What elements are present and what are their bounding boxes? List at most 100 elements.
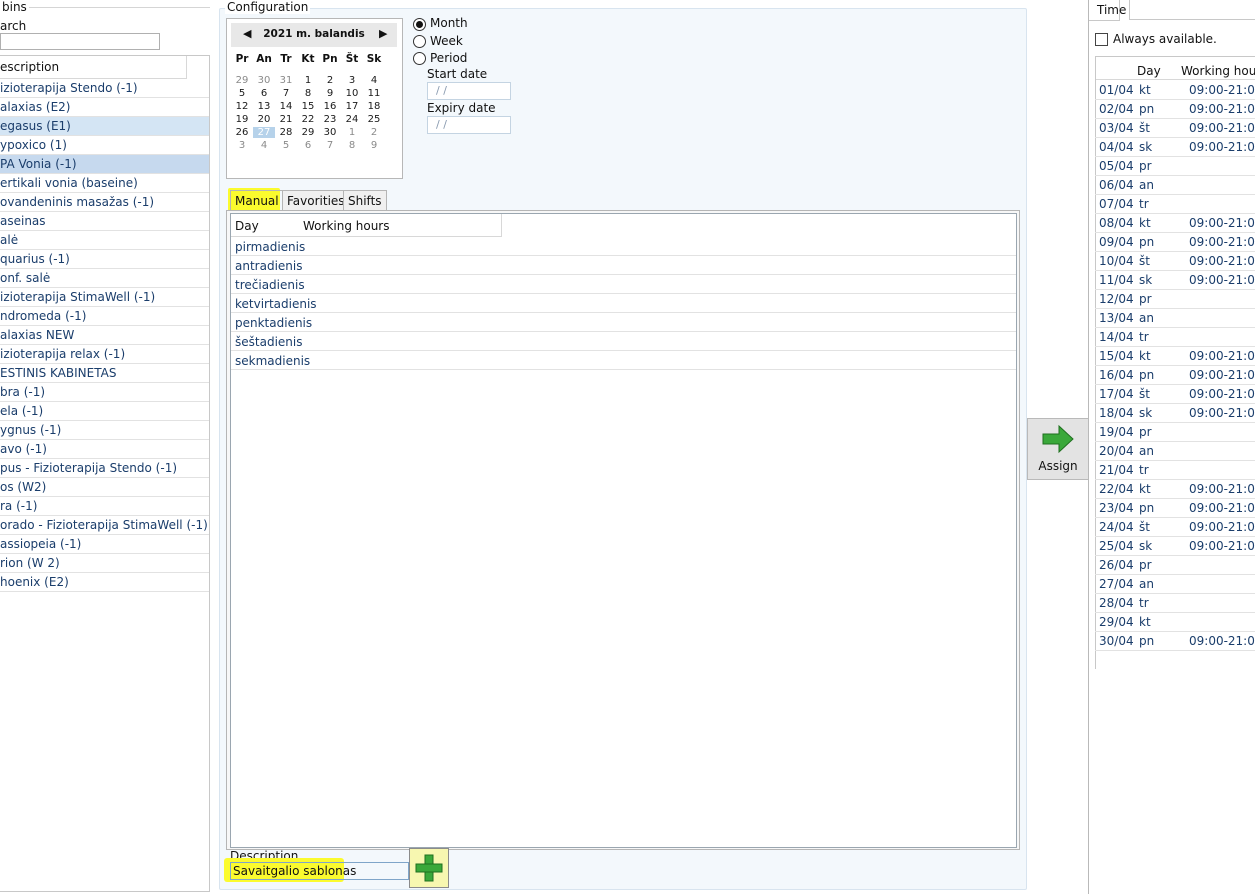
cabin-list-item[interactable]: rion (W 2) [0,554,209,573]
cabin-list-item[interactable]: avo (-1) [0,440,209,459]
time-row[interactable]: 28/04 tr [1095,594,1255,613]
time-row[interactable]: 01/04 kt 09:00-21:00| [1095,81,1255,100]
calendar-day[interactable]: 4 [363,75,385,86]
radio-month-label[interactable]: Month [430,16,468,30]
calendar-day[interactable]: 9 [363,140,385,151]
time-row[interactable]: 27/04 an [1095,575,1255,594]
time-row[interactable]: 08/04 kt 09:00-21:00| [1095,214,1255,233]
time-row[interactable]: 03/04 št 09:00-21:00| [1095,119,1255,138]
cabin-list-item[interactable]: ela (-1) [0,402,209,421]
radio-week-label[interactable]: Week [430,34,463,48]
calendar-day[interactable]: 20 [253,114,275,125]
calendar-day[interactable]: 1 [341,127,363,138]
calendar-day[interactable]: 16 [319,101,341,112]
time-row[interactable]: 24/04 št 09:00-21:00| [1095,518,1255,537]
calendar-day[interactable]: 2 [319,75,341,86]
radio-month[interactable] [413,18,426,31]
radio-period-label[interactable]: Period [430,51,467,65]
calendar-day[interactable]: 3 [341,75,363,86]
time-row[interactable]: 07/04 tr [1095,195,1255,214]
cabin-list-item[interactable]: egasus (E1) [0,117,209,136]
calendar-day[interactable]: 7 [319,140,341,151]
column-header-day[interactable]: Day [235,219,259,233]
weekday-row[interactable]: antradienis [231,257,1016,275]
cabin-list-item[interactable]: izioterapija Stendo (-1) [0,79,209,98]
calendar-day[interactable]: 9 [319,88,341,99]
tab-favorities[interactable]: Favorities [282,190,350,212]
time-col-header-hours[interactable]: Working hou [1181,64,1255,78]
cabin-list-item[interactable]: alaxias NEW [0,326,209,345]
calendar-day[interactable]: 22 [297,114,319,125]
cabin-list-item[interactable]: hoenix (E2) [0,573,209,592]
time-row[interactable]: 19/04 pr [1095,423,1255,442]
calendar-day[interactable]: 3 [231,140,253,151]
calendar-day[interactable]: 29 [231,75,253,86]
calendar-day[interactable]: 17 [341,101,363,112]
weekday-row[interactable]: šeštadienis [231,333,1016,351]
start-date-field[interactable]: / / [427,82,511,100]
time-col-header-day[interactable]: Day [1137,64,1161,78]
calendar-day[interactable]: 4 [253,140,275,151]
time-row[interactable]: 10/04 št 09:00-21:00| [1095,252,1255,271]
cabin-list-item[interactable]: pus - Fizioterapija Stendo (-1) [0,459,209,478]
time-row[interactable]: 15/04 kt 09:00-21:00| [1095,347,1255,366]
cabin-list-item[interactable]: assiopeia (-1) [0,535,209,554]
calendar-day[interactable]: 6 [253,88,275,99]
time-row[interactable]: 05/04 pr [1095,157,1255,176]
calendar-day[interactable]: 23 [319,114,341,125]
time-row[interactable]: 09/04 pn 09:00-21:00| [1095,233,1255,252]
column-header-description[interactable]: escription [0,56,187,79]
time-row[interactable]: 22/04 kt 09:00-21:00| [1095,480,1255,499]
calendar-day[interactable]: 11 [363,88,385,99]
cabin-list-item[interactable]: ovandeninis masažas (-1) [0,193,209,212]
calendar-day[interactable]: 10 [341,88,363,99]
radio-period[interactable] [413,52,426,65]
time-row[interactable]: 25/04 sk 09:00-21:00| [1095,537,1255,556]
calendar-day[interactable]: 8 [297,88,319,99]
add-template-button[interactable] [409,848,449,888]
month-calendar[interactable]: ◀ 2021 m. balandis ▶ Pr An Tr Kt Pn Št Sk 29 30 3… [226,18,403,179]
calendar-day[interactable]: 28 [275,127,297,138]
calendar-day[interactable]: 29 [297,127,319,138]
calendar-day[interactable]: 25 [363,114,385,125]
calendar-day[interactable]: 6 [297,140,319,151]
time-row[interactable]: 06/04 an [1095,176,1255,195]
time-row[interactable]: 16/04 pn 09:00-21:00| [1095,366,1255,385]
cabin-list-item[interactable]: orado - Fizioterapija StimaWell (-1) [0,516,209,535]
cabin-list-item[interactable]: ndromeda (-1) [0,307,209,326]
cabin-list-item[interactable]: bra (-1) [0,383,209,402]
time-row[interactable]: 04/04 sk 09:00-21:00| [1095,138,1255,157]
calendar-day[interactable]: 15 [297,101,319,112]
cabin-list-item[interactable]: alė [0,231,209,250]
cabin-list-item[interactable]: aseinas [0,212,209,231]
time-row[interactable]: 20/04 an [1095,442,1255,461]
calendar-day[interactable]: 26 [231,127,253,138]
time-row[interactable]: 29/04 kt [1095,613,1255,632]
calendar-next-icon[interactable]: ▶ [379,27,387,40]
weekday-row[interactable]: trečiadienis [231,276,1016,294]
time-row[interactable]: 23/04 pn 09:00-21:00| [1095,499,1255,518]
time-row[interactable]: 14/04 tr [1095,328,1255,347]
calendar-day[interactable]: 7 [275,88,297,99]
column-header-working-hours[interactable]: Working hours [303,219,390,233]
calendar-day[interactable]: 21 [275,114,297,125]
cabin-list-item[interactable]: izioterapija StimaWell (-1) [0,288,209,307]
time-row[interactable]: 21/04 tr [1095,461,1255,480]
calendar-day[interactable]: 31 [275,75,297,86]
cabin-list-item[interactable]: onf. salė [0,269,209,288]
cabin-list-item[interactable]: ypoxico (1) [0,136,209,155]
time-row[interactable]: 12/04 pr [1095,290,1255,309]
cabin-list-item[interactable]: ygnus (-1) [0,421,209,440]
calendar-day[interactable]: 30 [253,75,275,86]
calendar-day[interactable]: 5 [275,140,297,151]
weekday-row[interactable]: sekmadienis [231,352,1016,370]
cabin-list-item[interactable]: quarius (-1) [0,250,209,269]
calendar-day[interactable]: 12 [231,101,253,112]
assign-button[interactable]: Assign [1027,418,1089,480]
calendar-day[interactable]: 2 [363,127,385,138]
calendar-day[interactable]: 13 [253,101,275,112]
description-input[interactable]: Savaitgalio sablonas [230,862,409,880]
time-input[interactable] [1129,0,1255,20]
cabin-list-item[interactable]: ESTINIS KABINETAS [0,364,209,383]
cabin-list-item[interactable]: alaxias (E2) [0,98,209,117]
